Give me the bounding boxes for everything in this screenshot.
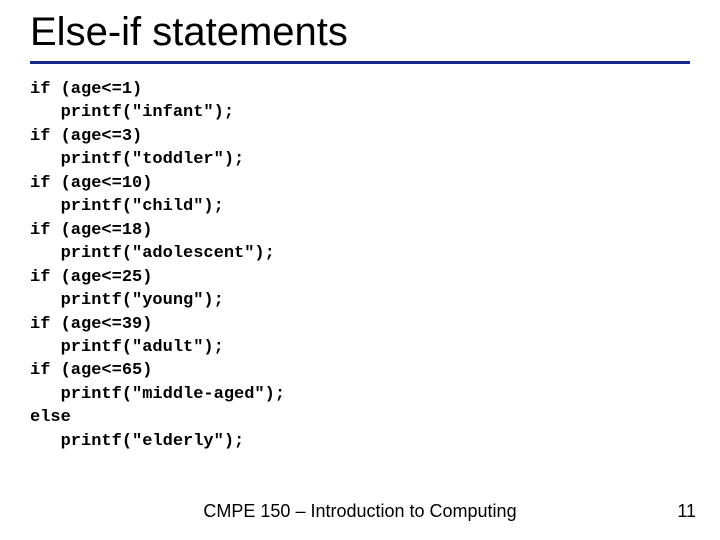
footer-text: CMPE 150 – Introduction to Computing bbox=[0, 501, 720, 522]
code-block: if (age<=1) printf("infant"); if (age<=3… bbox=[30, 78, 690, 453]
slide: Else-if statements if (age<=1) printf("i… bbox=[0, 0, 720, 540]
page-number: 11 bbox=[677, 501, 696, 522]
slide-title: Else-if statements bbox=[30, 10, 690, 55]
title-underline bbox=[30, 61, 690, 64]
